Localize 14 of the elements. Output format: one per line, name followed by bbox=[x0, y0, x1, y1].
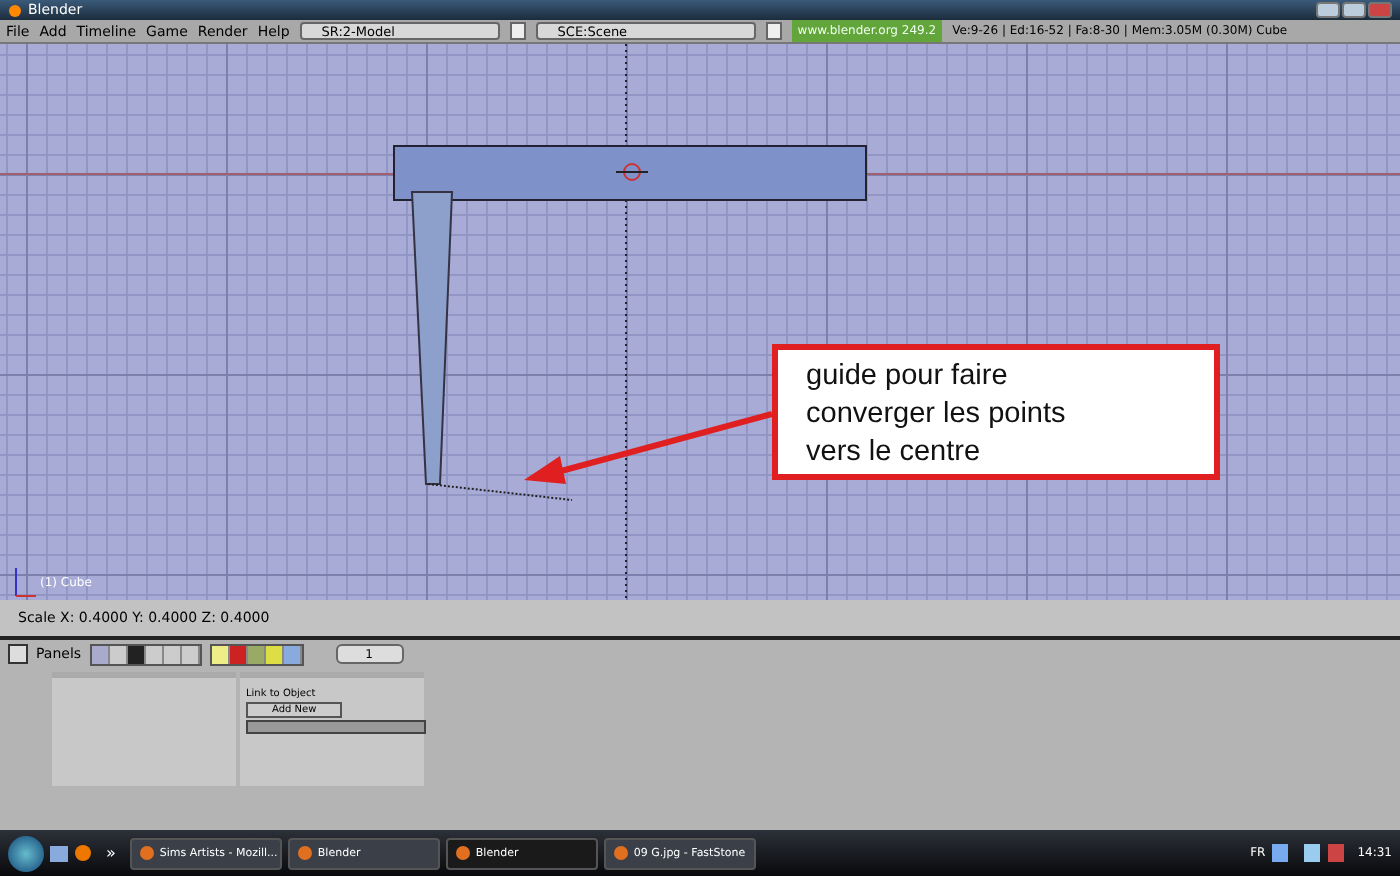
window-type-icon[interactable] bbox=[8, 644, 28, 664]
more-icon[interactable]: » bbox=[106, 844, 116, 862]
close-button[interactable] bbox=[765, 22, 782, 40]
close-button[interactable] bbox=[509, 22, 526, 40]
3d-cursor-icon bbox=[615, 163, 649, 181]
browser-icon[interactable] bbox=[74, 844, 92, 862]
blender-logo-icon bbox=[8, 3, 22, 17]
annotation-text: guide pour faire converger les points vers le centre bbox=[772, 344, 1220, 480]
minimize-button[interactable] bbox=[1316, 2, 1340, 18]
mesh-field[interactable] bbox=[246, 720, 426, 734]
desktop-icon[interactable] bbox=[50, 845, 68, 861]
maximize-button[interactable] bbox=[1342, 2, 1366, 18]
start-button[interactable] bbox=[8, 835, 44, 871]
axis-gizmo-icon bbox=[15, 567, 37, 597]
